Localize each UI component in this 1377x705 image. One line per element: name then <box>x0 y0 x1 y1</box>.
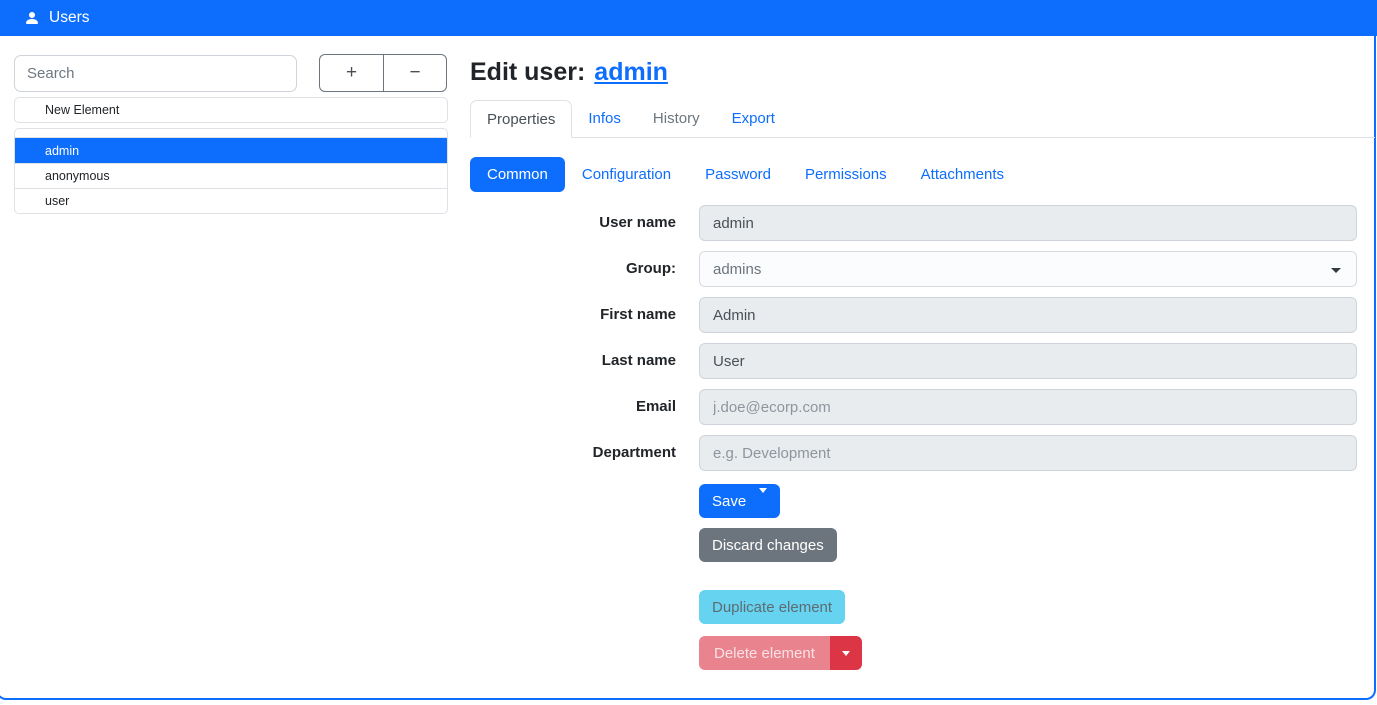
username-label: User name <box>470 205 676 241</box>
list-action-button-group: + − <box>319 54 447 92</box>
duplicate-element-button[interactable]: Duplicate element <box>699 590 845 624</box>
form-row-department: Department <box>470 435 1357 471</box>
list-spacer-row <box>15 129 447 138</box>
list-item-label: user <box>45 194 69 208</box>
group-label: Group: <box>470 251 676 287</box>
remove-element-button[interactable]: − <box>383 54 447 92</box>
user-icon <box>24 10 40 26</box>
form-row-first-name: First name <box>470 297 1357 333</box>
first-name-label: First name <box>470 297 676 333</box>
form-row-last-name: Last name <box>470 343 1357 379</box>
email-field[interactable] <box>699 389 1357 425</box>
tab-history: History <box>637 100 716 138</box>
page-title: Edit user: admin <box>470 58 668 87</box>
form-row-username: User name <box>470 205 1357 241</box>
discard-changes-button[interactable]: Discard changes <box>699 528 837 562</box>
tab-properties[interactable]: Properties <box>470 100 572 138</box>
delete-element-button-group: Delete element <box>699 636 862 670</box>
last-name-label: Last name <box>470 343 676 379</box>
first-name-field[interactable] <box>699 297 1357 333</box>
pill-configuration[interactable]: Configuration <box>565 157 688 192</box>
top-navbar: Users <box>0 0 1377 36</box>
save-button-label: Save <box>712 493 746 510</box>
delete-element-button[interactable]: Delete element <box>699 636 830 670</box>
pill-permissions[interactable]: Permissions <box>788 157 904 192</box>
group-selected-value: admins <box>713 261 761 278</box>
form-actions: Save Discard changes Duplicate element D… <box>699 484 1357 670</box>
list-item-new-element[interactable]: New Element <box>14 97 448 123</box>
duplicate-button-label: Duplicate element <box>712 599 832 616</box>
save-button[interactable]: Save <box>699 484 780 518</box>
new-element-label: New Element <box>45 103 119 117</box>
minus-icon: − <box>409 62 420 84</box>
pill-common[interactable]: Common <box>470 157 565 192</box>
list-item-user[interactable]: user <box>15 188 447 213</box>
user-form: User name Group: admins First name Last … <box>470 205 1357 670</box>
list-item-admin[interactable]: admin <box>15 138 447 163</box>
chevron-down-icon <box>759 488 767 510</box>
plus-icon: + <box>346 62 357 84</box>
pill-attachments[interactable]: Attachments <box>904 157 1021 192</box>
app-title: Users <box>49 9 89 27</box>
group-select[interactable]: admins <box>699 251 1357 287</box>
edited-user-link[interactable]: admin <box>594 58 668 86</box>
email-label: Email <box>470 389 676 425</box>
page-title-prefix: Edit user: <box>470 58 585 86</box>
tab-infos[interactable]: Infos <box>572 100 637 138</box>
department-label: Department <box>470 435 676 471</box>
delete-dropdown-toggle[interactable] <box>830 636 862 670</box>
discard-button-label: Discard changes <box>712 537 824 554</box>
add-element-button[interactable]: + <box>319 54 383 92</box>
form-row-group: Group: admins <box>470 251 1357 287</box>
delete-button-label: Delete element <box>714 645 815 662</box>
user-list: admin anonymous user <box>14 128 448 214</box>
username-field[interactable] <box>699 205 1357 241</box>
chevron-down-icon <box>1331 268 1341 273</box>
pill-bar: Common Configuration Password Permission… <box>470 157 1021 192</box>
form-row-email: Email <box>470 389 1357 425</box>
list-item-label: admin <box>45 144 79 158</box>
department-field[interactable] <box>699 435 1357 471</box>
last-name-field[interactable] <box>699 343 1357 379</box>
tab-export[interactable]: Export <box>716 100 791 138</box>
search-input[interactable] <box>14 55 297 92</box>
list-item-anonymous[interactable]: anonymous <box>15 163 447 188</box>
tab-bar: Properties Infos History Export <box>470 100 1375 138</box>
pill-password[interactable]: Password <box>688 157 788 192</box>
list-item-label: anonymous <box>45 169 110 183</box>
chevron-down-icon <box>842 651 850 656</box>
